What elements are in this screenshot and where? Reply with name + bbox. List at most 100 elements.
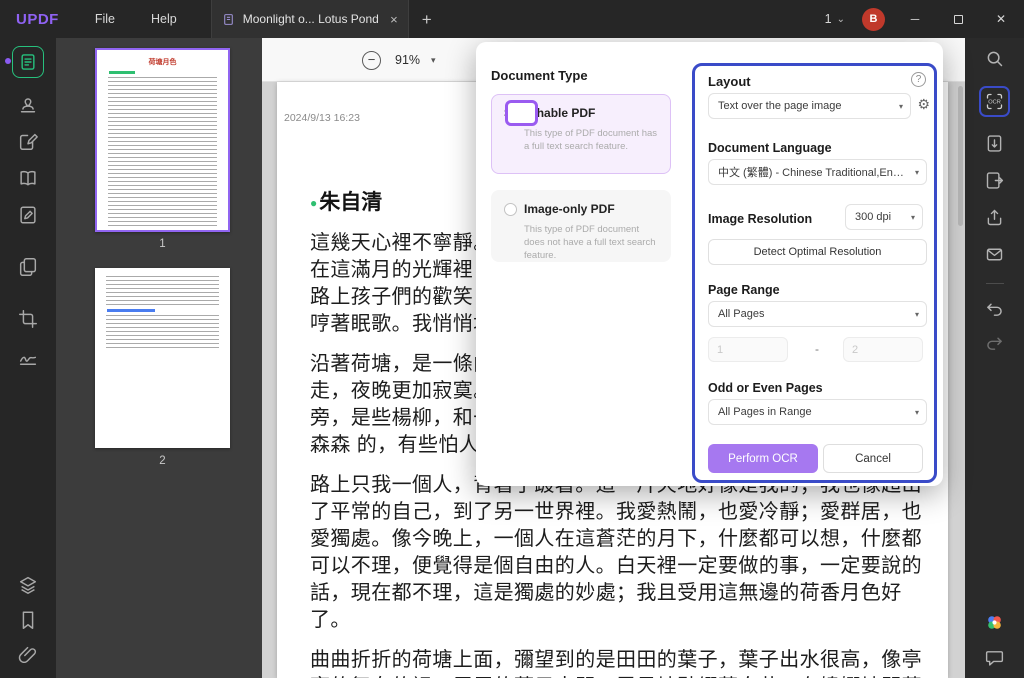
page-range-label: Page Range <box>708 283 780 297</box>
thumbnail-annotation-mark <box>109 71 135 74</box>
zoom-out-button[interactable]: − <box>362 50 381 70</box>
image-only-pdf-option[interactable]: Image-only PDF This type of PDF document… <box>491 190 671 262</box>
page-thumbnail-1[interactable]: 荷塘月色 <box>95 48 230 232</box>
image-resolution-select[interactable]: 300 dpi ▾ <box>845 204 923 230</box>
thumbnail-title: 荷塘月色 <box>148 59 177 66</box>
thumbnail-link-mark <box>107 309 155 312</box>
page-timestamp: 2024/9/13 16:23 <box>284 112 360 124</box>
menu-help[interactable]: Help <box>151 12 177 26</box>
left-toolbar <box>0 38 56 678</box>
tab-close-icon[interactable]: × <box>390 13 398 26</box>
image-resolution-label: Image Resolution <box>708 212 813 226</box>
page-indicator[interactable]: 1 ⌄ <box>825 12 845 26</box>
perform-ocr-button[interactable]: Perform OCR <box>708 444 818 473</box>
titlebar-right: 1 ⌄ B ─ ✕ <box>825 0 1014 38</box>
redo-icon[interactable] <box>984 333 1005 354</box>
document-tab[interactable]: Moonlight o... Lotus Pond × <box>210 0 409 38</box>
odd-even-pages-label: Odd or Even Pages <box>708 381 823 395</box>
odd-even-pages-select[interactable]: All Pages in Range ▾ <box>708 399 927 425</box>
chevron-down-icon: ▾ <box>898 101 903 111</box>
left-toolbar-bottom <box>17 574 39 666</box>
zoom-level-select[interactable]: 91% ▾ <box>395 53 436 67</box>
menu-file[interactable]: File <box>95 12 115 26</box>
tab-document-icon <box>222 13 235 26</box>
thumbnail-text-preview <box>106 314 219 349</box>
tool-annotate-active[interactable] <box>12 46 44 78</box>
note-icon[interactable] <box>17 204 39 226</box>
divider <box>985 283 1004 284</box>
zoom-controls: − 91% ▾ <box>362 38 436 82</box>
layout-mode-select[interactable]: Text over the page image ▾ <box>708 93 911 119</box>
titlebar: UPDF File Help Moonlight o... Lotus Pond… <box>0 0 1024 38</box>
paragraph: 路上只我一個人，背著手踱著。這一片天地好像是我的；我也像超出了平常的自己，到了另… <box>310 474 922 631</box>
option-header: Searchable PDF <box>504 100 658 126</box>
convert-icon[interactable] <box>984 170 1005 191</box>
ocr-tool-active[interactable]: OCR <box>979 86 1010 117</box>
page-thumbnail-2[interactable] <box>95 268 230 448</box>
chevron-down-icon: ▾ <box>431 54 436 65</box>
active-mode-indicator-dot <box>5 58 11 64</box>
help-icon[interactable]: ? <box>911 72 926 87</box>
author-name: 朱自清 <box>319 191 383 214</box>
document-type-title: Document Type <box>491 68 588 83</box>
chevron-down-icon: ▾ <box>914 167 919 177</box>
search-icon[interactable] <box>984 48 1005 69</box>
reader-icon[interactable] <box>17 167 39 189</box>
ai-assistant-icon[interactable] <box>984 612 1005 633</box>
range-start-input <box>708 337 788 362</box>
stamp-icon[interactable] <box>17 93 39 115</box>
document-language-label: Document Language <box>708 141 832 155</box>
chevron-down-icon: ▾ <box>914 407 919 417</box>
cancel-button[interactable]: Cancel <box>823 444 923 473</box>
attachment-icon[interactable] <box>17 644 39 666</box>
layout-title: Layout <box>708 74 751 89</box>
image-resolution-value: 300 dpi <box>855 211 892 223</box>
option-header: Image-only PDF <box>504 202 658 216</box>
layout-settings-highlight: Layout ? Text over the page image ▾ ⚙ Do… <box>692 63 937 483</box>
image-only-pdf-description: This type of PDF document does not have … <box>524 224 656 261</box>
page-number-label: 1 <box>159 238 166 250</box>
edit-icon[interactable] <box>17 130 39 152</box>
searchable-pdf-option[interactable]: Searchable PDF This type of PDF document… <box>491 94 671 174</box>
range-end-input <box>843 337 923 362</box>
document-language-select[interactable]: 中文 (繁體) - Chinese Traditional,English...… <box>708 159 927 185</box>
right-toolbar-bottom <box>984 612 1005 668</box>
mail-icon[interactable] <box>984 244 1005 265</box>
page-number-label: 2 <box>159 455 166 467</box>
odd-even-pages-value: All Pages in Range <box>718 406 812 418</box>
vertical-scrollbar[interactable] <box>958 86 963 226</box>
crop-icon[interactable] <box>17 308 39 330</box>
compress-icon[interactable] <box>984 133 1005 154</box>
share-icon[interactable] <box>984 207 1005 228</box>
annotate-icon <box>21 54 35 70</box>
chat-icon[interactable] <box>984 647 1005 668</box>
organize-pages-icon[interactable] <box>17 256 39 278</box>
signature-icon[interactable] <box>17 345 39 367</box>
right-toolbar: OCR <box>965 38 1024 678</box>
bookmark-icon[interactable] <box>17 609 39 631</box>
radio-unselected-icon[interactable] <box>504 202 517 216</box>
zoom-level-value: 91% <box>395 53 421 67</box>
page-indicator-value: 1 <box>824 12 832 26</box>
window-maximize-button[interactable] <box>945 0 971 38</box>
chevron-down-icon: ⌄ <box>836 13 845 25</box>
undo-icon[interactable] <box>984 299 1005 320</box>
maximize-icon <box>953 15 963 25</box>
searchable-pdf-description: This type of PDF document has a full tex… <box>524 128 658 152</box>
chevron-down-icon: ▾ <box>914 309 919 319</box>
tab-title: Moonlight o... Lotus Pond <box>242 12 379 26</box>
layers-icon[interactable] <box>17 574 39 596</box>
layout-mode-value: Text over the page image <box>718 100 842 112</box>
detect-optimal-resolution-button[interactable]: Detect Optimal Resolution <box>708 239 927 265</box>
thumbnail-text-preview <box>108 77 217 227</box>
avatar[interactable]: B <box>862 7 885 31</box>
page-range-select[interactable]: All Pages ▾ <box>708 301 927 327</box>
new-tab-button[interactable]: + <box>422 11 432 28</box>
document-language-value: 中文 (繁體) - Chinese Traditional,English... <box>718 167 908 179</box>
annotation-bullet-icon: ● <box>310 196 318 210</box>
gear-icon[interactable]: ⚙ <box>917 96 930 113</box>
window-minimize-button[interactable]: ─ <box>902 0 928 38</box>
radio-selected-icon[interactable] <box>505 100 538 126</box>
svg-text:OCR: OCR <box>988 100 1001 106</box>
window-close-button[interactable]: ✕ <box>988 0 1014 38</box>
